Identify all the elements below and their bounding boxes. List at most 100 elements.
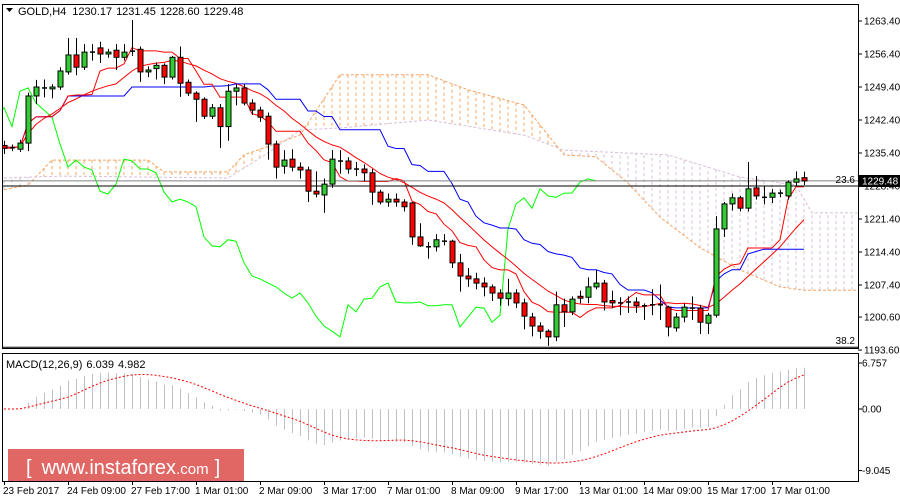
bear-candle xyxy=(177,56,184,84)
bear-candle xyxy=(393,198,400,203)
svg-text:[www.instaforex.com]: [www.instaforex.com] xyxy=(26,457,220,479)
bear-candle xyxy=(489,286,496,294)
bear-candle xyxy=(665,306,672,328)
bear-candle xyxy=(457,262,464,277)
bull-candle xyxy=(553,304,560,338)
bull-candle xyxy=(281,159,288,167)
price-tick-label: 1200.60 xyxy=(864,313,900,324)
macd-main-value: 6.039 xyxy=(86,359,114,371)
bear-candle xyxy=(537,325,544,332)
bear-candle xyxy=(97,47,104,55)
bull-candle xyxy=(585,286,592,298)
time-tick-label: 14 Mar 09:00 xyxy=(643,486,702,497)
bull-candle xyxy=(153,64,160,70)
bear-candle xyxy=(313,190,320,195)
time-tick-label: 13 Mar 01:00 xyxy=(579,486,638,497)
bear-candle xyxy=(241,87,248,104)
chart-header: GOLD,H4 1230.17 1231.45 1228.60 1229.48 xyxy=(6,6,243,18)
bull-candle xyxy=(745,188,752,209)
macd-header: MACD(12,26,9) 6.039 4.982 xyxy=(6,359,145,371)
bear-candle xyxy=(697,307,704,323)
bull-candle xyxy=(233,87,240,92)
watermark-bracket-open: [ xyxy=(26,457,32,479)
time-tick-label: 9 Mar 17:00 xyxy=(515,486,569,497)
time-tick-label: 17 Mar 01:00 xyxy=(771,486,830,497)
time-tick-label: 24 Feb 09:00 xyxy=(67,486,126,497)
bear-candle xyxy=(481,282,488,288)
bear-candle xyxy=(465,275,472,280)
time-tick-label: 3 Mar 17:00 xyxy=(323,486,377,497)
time-tick-label: 27 Feb 17:00 xyxy=(131,486,190,497)
bull-candle xyxy=(729,197,736,205)
bear-candle xyxy=(377,191,384,203)
bull-candle xyxy=(169,56,176,78)
bull-candle xyxy=(81,51,88,68)
close-value: 1229.48 xyxy=(204,6,244,18)
bear-candle xyxy=(297,166,304,171)
bear-candle xyxy=(73,54,80,68)
bear-candle xyxy=(137,48,144,73)
watermark-bracket-close: ] xyxy=(215,457,221,479)
bull-candle xyxy=(713,228,720,316)
bear-candle xyxy=(449,240,456,264)
bear-candle xyxy=(409,202,416,238)
bull-candle xyxy=(569,298,576,313)
bear-candle xyxy=(185,81,192,94)
bear-candle xyxy=(201,98,208,117)
macd-tick-label: 0.00 xyxy=(862,405,882,416)
bear-candle xyxy=(369,172,376,193)
bear-candle xyxy=(273,143,280,168)
bear-candle xyxy=(401,201,408,208)
bull-candle xyxy=(329,158,336,185)
bull-candle xyxy=(721,203,728,230)
bull-candle xyxy=(225,90,232,128)
fib-level-label: 38.2 xyxy=(836,336,856,347)
price-tick-label: 1214.40 xyxy=(864,248,900,259)
price-tick-label: 1249.40 xyxy=(864,83,900,94)
bull-candle xyxy=(681,306,688,318)
bear-candle xyxy=(753,187,760,197)
macd-name: MACD(12,26,9) xyxy=(6,359,82,371)
price-tick-label: 1221.40 xyxy=(864,215,900,226)
bear-candle xyxy=(265,115,272,145)
bull-candle xyxy=(57,70,64,88)
bear-candle xyxy=(561,304,568,313)
macd-tick-label: 6.757 xyxy=(862,359,887,370)
bear-candle xyxy=(193,92,200,100)
bull-candle xyxy=(209,107,216,117)
bull-candle xyxy=(769,192,776,198)
gold-h4-chart[interactable]: 23.6 38.2 1263.40 1256.40 1249.40 1242.40 123… xyxy=(0,0,900,500)
svg-text:GOLD,H41230.171231.451228.6012: GOLD,H4 1230.17 1231.45 1228.60 1229.48 xyxy=(18,6,243,18)
bear-candle xyxy=(529,316,536,327)
high-value: 1231.45 xyxy=(116,6,156,18)
bull-candle xyxy=(105,51,112,55)
bear-candle xyxy=(257,109,264,118)
bear-candle xyxy=(113,49,120,58)
watermark-tld: .com xyxy=(176,461,209,478)
current-price-label: 1229.48 xyxy=(862,177,899,188)
time-tick-label: 7 Mar 01:00 xyxy=(387,486,441,497)
bear-candle xyxy=(513,292,520,304)
open-value: 1230.17 xyxy=(72,6,112,18)
bull-candle xyxy=(25,95,32,144)
bear-candle xyxy=(217,107,224,128)
bull-candle xyxy=(785,181,792,197)
time-tick-label: 1 Mar 01:00 xyxy=(195,486,249,497)
current-price-tag: 1229.48 xyxy=(859,175,900,188)
macd-signal-value: 4.982 xyxy=(118,359,146,371)
price-tick-label: 1235.40 xyxy=(864,149,900,160)
instaforex-watermark: [www.instaforex.com] xyxy=(8,449,244,481)
bull-candle xyxy=(321,183,328,196)
bear-candle xyxy=(361,168,368,174)
bull-candle xyxy=(33,86,40,97)
fib-level-label: 23.6 xyxy=(836,175,856,186)
bear-candle xyxy=(305,169,312,192)
bear-candle xyxy=(161,64,168,78)
time-tick-label: 2 Mar 09:00 xyxy=(259,486,313,497)
price-tick-label: 1242.40 xyxy=(864,116,900,127)
bear-candle xyxy=(417,236,424,247)
bull-candle xyxy=(121,51,128,58)
bear-candle xyxy=(737,197,744,209)
bear-candle xyxy=(289,158,296,168)
bear-candle xyxy=(521,302,528,317)
